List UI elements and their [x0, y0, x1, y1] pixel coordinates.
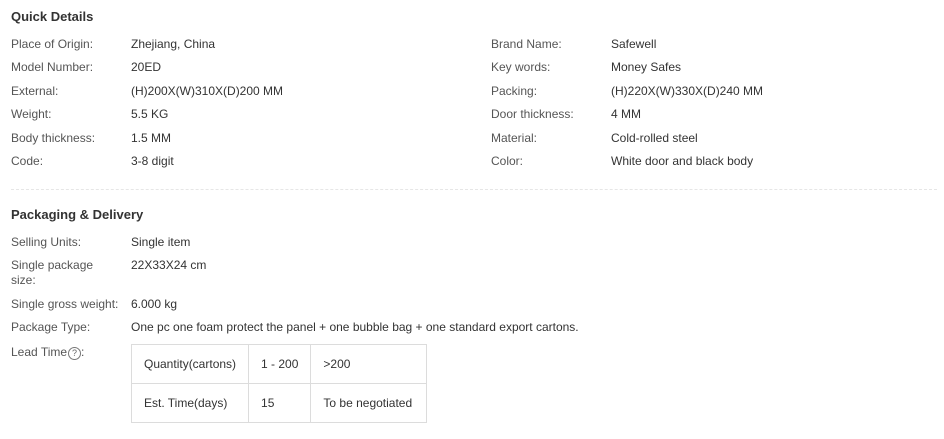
packing-label: Packing:	[491, 84, 538, 98]
selling-units-label: Selling Units:	[11, 235, 82, 249]
lead-time-table: Quantity(cartons) 1 - 200 >200 Est. Time…	[130, 344, 428, 423]
brand-name-label: Brand Name:	[491, 37, 562, 51]
body-thickness-label: Body thickness:	[11, 131, 96, 145]
door-thickness-label: Door thickness:	[491, 107, 574, 121]
quick-details-title: Quick Details	[11, 9, 94, 24]
door-thickness-value: 4 MM	[611, 107, 641, 121]
model-number-value: 20ED	[131, 60, 162, 74]
lead-time-label: Lead Time?:	[11, 345, 84, 360]
packaging-delivery-title: Packaging & Delivery	[11, 207, 144, 222]
code-label: Code:	[11, 154, 44, 168]
place-of-origin-value: Zhejiang, China	[131, 37, 216, 51]
material-value: Cold-rolled steel	[611, 131, 698, 145]
package-size-label: Single package size:	[11, 258, 93, 288]
weight-label: Weight:	[11, 107, 52, 121]
package-size-value: 22X33X24 cm	[131, 258, 207, 272]
est-time-days-cell: 15	[248, 383, 312, 423]
table-row: Est. Time(days) 15 To be negotiated	[130, 383, 428, 423]
weight-value: 5.5 KG	[131, 107, 169, 121]
external-label: External:	[11, 84, 59, 98]
body-thickness-value: 1.5 MM	[131, 131, 172, 145]
package-size-label-line2: size:	[11, 273, 36, 287]
key-words-label: Key words:	[491, 60, 551, 74]
key-words-value: Money Safes	[611, 60, 682, 74]
section-divider	[11, 189, 937, 190]
color-value: White door and black body	[611, 154, 754, 168]
gross-weight-value: 6.000 kg	[131, 297, 178, 311]
product-details-panel: Quick Details Place of Origin: Zhejiang,…	[0, 0, 944, 439]
help-icon[interactable]: ?	[68, 347, 82, 360]
color-label: Color:	[491, 154, 524, 168]
lead-time-colon: :	[81, 345, 85, 359]
gross-weight-label: Single gross weight:	[11, 297, 119, 311]
quantity-range-cell: 1 - 200	[248, 344, 312, 384]
lead-time-label-text: Lead Time	[11, 345, 68, 359]
material-label: Material:	[491, 131, 538, 145]
brand-name-value: Safewell	[611, 37, 657, 51]
package-size-label-line1: Single package	[11, 258, 94, 272]
quantity-over-cell: >200	[310, 344, 428, 384]
place-of-origin-label: Place of Origin:	[11, 37, 94, 51]
package-type-label: Package Type:	[11, 320, 91, 334]
external-value: (H)200X(W)310X(D)200 MM	[131, 84, 284, 98]
package-type-value: One pc one foam protect the panel + one …	[131, 320, 579, 334]
table-row: Quantity(cartons) 1 - 200 >200	[130, 344, 428, 384]
est-time-header-cell: Est. Time(days)	[130, 383, 250, 423]
selling-units-value: Single item	[131, 235, 191, 249]
code-value: 3-8 digit	[131, 154, 174, 168]
est-time-negotiated-cell: To be negotiated	[310, 383, 428, 423]
packing-value: (H)220X(W)330X(D)240 MM	[611, 84, 764, 98]
quantity-header-cell: Quantity(cartons)	[130, 344, 250, 384]
model-number-label: Model Number:	[11, 60, 94, 74]
